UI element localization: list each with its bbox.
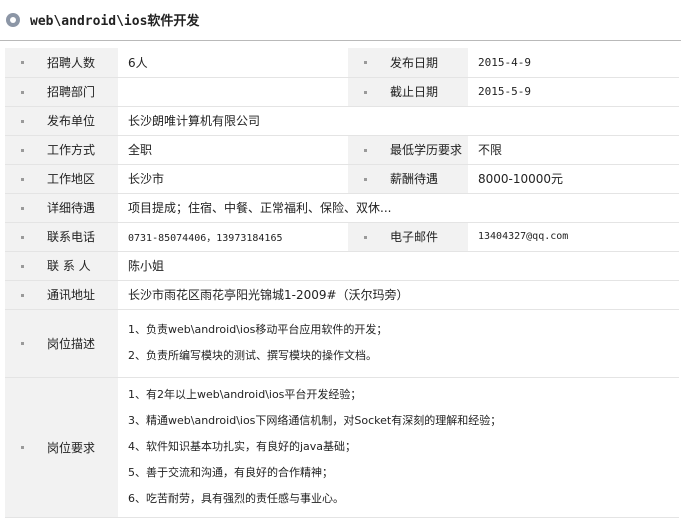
- deadline-value: 2015-5-9: [468, 77, 679, 107]
- recruit-count-value: 6人: [118, 48, 348, 78]
- benefits-label: 详细待遇: [5, 193, 118, 223]
- job-requirement-line: 4、软件知识基本功扎实，有良好的java基础；: [128, 440, 357, 453]
- education-value: 不限: [468, 135, 679, 165]
- company-value: 长沙朗唯计算机有限公司: [118, 106, 679, 136]
- job-header: web\android\ios软件开发: [0, 0, 687, 40]
- deadline-label: 截止日期: [348, 77, 468, 107]
- job-requirement-line: 6、吃苦耐劳，具有强烈的责任感与事业心。: [128, 492, 344, 505]
- job-description-line: 1、负责web\android\ios移动平台应用软件的开发；: [128, 323, 388, 336]
- location-value: 长沙市: [118, 164, 348, 194]
- job-description-label: 岗位描述: [5, 309, 118, 378]
- table-row: 工作方式 全职 最低学历要求 不限: [5, 135, 679, 165]
- job-requirements-label: 岗位要求: [5, 377, 118, 518]
- table-row: 招聘人数 6人 发布日期 2015-4-9: [5, 48, 679, 78]
- table-row: 工作地区 长沙市 薪酬待遇 8000-10000元: [5, 164, 679, 194]
- table-row: 联系电话 0731-85074406，13973184165 电子邮件 1340…: [5, 222, 679, 252]
- table-row: 详细待遇 项目提成；住宿、中餐、正常福利、保险、双休...: [5, 193, 679, 223]
- table-row: 岗位要求 1、有2年以上web\android\ios平台开发经验； 3、精通w…: [5, 377, 679, 518]
- salary-value: 8000-10000元: [468, 164, 679, 194]
- recruit-count-label: 招聘人数: [5, 48, 118, 78]
- benefits-value: 项目提成；住宿、中餐、正常福利、保险、双休...: [118, 193, 679, 223]
- job-title: web\android\ios软件开发: [30, 14, 200, 29]
- company-label: 发布单位: [5, 106, 118, 136]
- publish-date-label: 发布日期: [348, 48, 468, 78]
- phone-label: 联系电话: [5, 222, 118, 252]
- location-label: 工作地区: [5, 164, 118, 194]
- department-value: [118, 77, 348, 107]
- table-row: 岗位描述 1、负责web\android\ios移动平台应用软件的开发； 2、负…: [5, 309, 679, 378]
- job-description-value: 1、负责web\android\ios移动平台应用软件的开发； 2、负责所编写模…: [118, 309, 679, 378]
- job-requirements-value: 1、有2年以上web\android\ios平台开发经验； 3、精通web\an…: [118, 377, 679, 518]
- job-info-table: 招聘人数 6人 发布日期 2015-4-9 招聘部门 截止日期 2015-5-9…: [5, 48, 679, 518]
- address-label: 通讯地址: [5, 280, 118, 310]
- publish-date-value: 2015-4-9: [468, 48, 679, 78]
- work-mode-value: 全职: [118, 135, 348, 165]
- education-label: 最低学历要求: [348, 135, 468, 165]
- table-row: 招聘部门 截止日期 2015-5-9: [5, 77, 679, 107]
- contact-value: 陈小姐: [118, 251, 679, 281]
- job-description-line: 2、负责所编写模块的测试、撰写模块的操作文档。: [128, 349, 377, 362]
- job-requirement-line: 3、精通web\android\ios下网络通信机制，对Socket有深刻的理解…: [128, 414, 502, 427]
- header-divider: [0, 40, 681, 41]
- contact-label: 联 系 人: [5, 251, 118, 281]
- job-requirement-line: 5、善于交流和沟通，有良好的合作精神；: [128, 466, 333, 479]
- email-label: 电子邮件: [348, 222, 468, 252]
- table-row: 发布单位 长沙朗唯计算机有限公司: [5, 106, 679, 136]
- department-label: 招聘部门: [5, 77, 118, 107]
- table-row: 联 系 人 陈小姐: [5, 251, 679, 281]
- address-value: 长沙市雨花区雨花亭阳光锦城1-2009#（沃尔玛旁）: [118, 280, 679, 310]
- salary-label: 薪酬待遇: [348, 164, 468, 194]
- table-row: 通讯地址 长沙市雨花区雨花亭阳光锦城1-2009#（沃尔玛旁）: [5, 280, 679, 310]
- email-value: 13404327@qq.com: [468, 222, 679, 252]
- bullet-circle-icon: [6, 13, 20, 27]
- job-requirement-line: 1、有2年以上web\android\ios平台开发经验；: [128, 388, 362, 401]
- phone-value: 0731-85074406，13973184165: [118, 222, 348, 252]
- work-mode-label: 工作方式: [5, 135, 118, 165]
